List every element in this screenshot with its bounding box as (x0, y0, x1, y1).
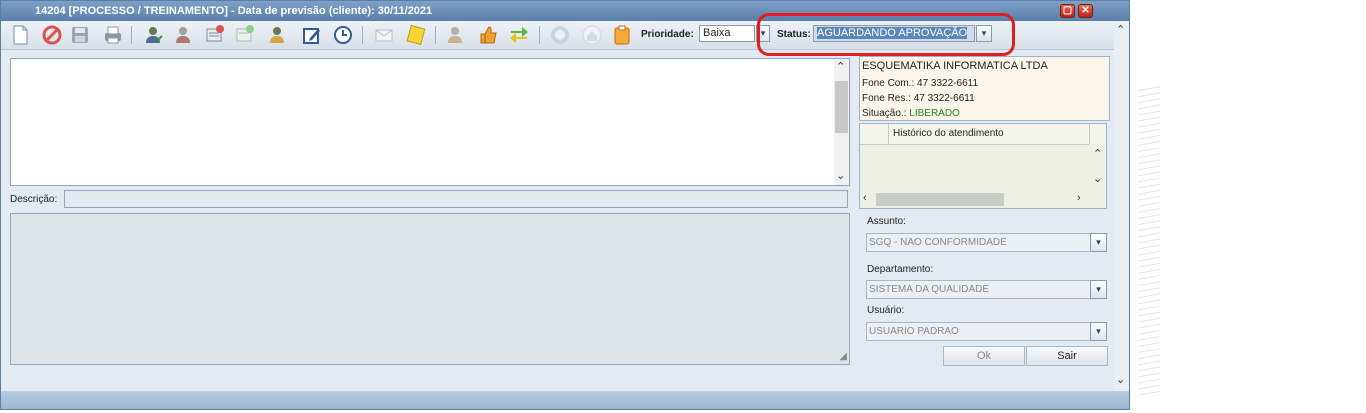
usuario-select[interactable]: USUARIO PADRAO (866, 322, 1091, 341)
user-check-icon[interactable] (143, 24, 165, 46)
note-icon[interactable] (405, 24, 427, 46)
scroll-up-icon[interactable]: ⌃ (1093, 147, 1102, 160)
user-remove-icon[interactable] (173, 24, 195, 46)
fone-com-value: 47 3322-6611 (917, 78, 979, 89)
details-textarea[interactable]: ◢ (10, 213, 850, 365)
descricao-input[interactable] (64, 190, 848, 208)
toolbar-separator (539, 26, 540, 44)
ok-button[interactable]: Ok (943, 346, 1025, 366)
descricao-label: Descrição: (10, 194, 58, 205)
toolbar-separator (131, 26, 132, 44)
close-icon[interactable]: ✕ (1078, 4, 1093, 18)
sair-button[interactable]: Sair (1026, 346, 1108, 366)
window-scrollbar[interactable]: ⌃ ⌄ (1114, 21, 1129, 391)
transfer-arrows-icon[interactable] (508, 24, 530, 46)
toolbar-separator (362, 26, 363, 44)
fone-res-row: Fone Res.: 47 3322-6611 (862, 93, 975, 104)
client-name: ESQUEMATIKA INFORMATICA LTDA (862, 60, 1048, 72)
thumbs-up-icon[interactable] (477, 24, 499, 46)
print-icon[interactable] (102, 24, 124, 46)
historico-column-header[interactable]: Histórico do atendimento (888, 124, 1090, 144)
fone-com-row: Fone Com.: 47 3322-6611 (862, 78, 978, 89)
user-edit-icon[interactable] (267, 24, 289, 46)
scroll-down-icon[interactable]: ⌄ (1116, 373, 1125, 386)
scroll-thumb[interactable] (876, 193, 1004, 206)
fone-res-value: 47 3322-6611 (913, 93, 975, 104)
scroll-down-icon[interactable]: ⌄ (836, 169, 845, 182)
scroll-up-icon[interactable]: ⌃ (836, 60, 845, 73)
prioridade-select[interactable]: Baixa (699, 25, 755, 42)
situacao-label: Situação.: (862, 108, 907, 119)
cancel-icon[interactable] (41, 24, 63, 46)
card-add-icon[interactable] (234, 24, 256, 46)
departamento-label: Departamento: (867, 264, 934, 275)
scroll-thumb[interactable] (835, 81, 848, 133)
situacao-row: Situação.: LIBERADO (862, 108, 960, 119)
departamento-select[interactable]: SISTEMA DA QUALIDADE (866, 280, 1091, 299)
scroll-left-icon[interactable]: ‹ (863, 192, 867, 204)
status-highlight-annotation (757, 13, 1015, 56)
user-lock-icon[interactable] (445, 24, 467, 46)
home-icon[interactable] (581, 24, 603, 46)
card-remove-icon[interactable] (204, 24, 226, 46)
resize-grip-icon[interactable]: ◢ (839, 351, 847, 362)
status-bar (1, 391, 1129, 409)
clipboard-icon[interactable] (611, 24, 633, 46)
edit-icon[interactable] (301, 24, 323, 46)
toolbar-separator (435, 26, 436, 44)
mail-icon[interactable] (373, 24, 395, 46)
scroll-down-icon[interactable]: ⌄ (1093, 172, 1102, 185)
departamento-dropdown-icon[interactable]: ▾ (1090, 280, 1107, 299)
assunto-select[interactable]: SGQ - NAO CONFORMIDADE (866, 233, 1091, 252)
background-decoration (1138, 85, 1160, 395)
clock-icon[interactable] (332, 24, 354, 46)
usuario-dropdown-icon[interactable]: ▾ (1090, 322, 1107, 341)
maximize-icon[interactable]: ▢ (1060, 4, 1075, 18)
assunto-dropdown-icon[interactable]: ▾ (1090, 233, 1107, 252)
scroll-up-icon[interactable]: ⌃ (1116, 23, 1125, 36)
textarea-scrollbar[interactable]: ⌃ ⌄ (834, 59, 849, 185)
fone-res-label: Fone Res.: (862, 93, 911, 104)
assunto-label: Assunto: (867, 216, 906, 227)
prioridade-label: Prioridade: (641, 29, 694, 40)
twitter-icon[interactable] (549, 24, 571, 46)
fone-com-label: Fone Com.: (862, 78, 915, 89)
situacao-value: LIBERADO (909, 108, 960, 119)
new-document-icon[interactable] (9, 24, 31, 46)
save-icon[interactable] (69, 24, 91, 46)
scroll-right-icon[interactable]: › (1077, 192, 1081, 204)
historico-hscroll[interactable]: ‹ › (860, 191, 1089, 208)
ticket-window: 14204 [PROCESSO / TREINAMENTO] - Data de… (0, 0, 1130, 410)
message-textarea[interactable]: ⌃ ⌄ (10, 58, 850, 186)
client-info-panel: ESQUEMATIKA INFORMATICA LTDA Fone Com.: … (859, 56, 1110, 121)
historico-grid[interactable]: Histórico do atendimento ⌃ ⌄ ‹ › (859, 123, 1107, 209)
usuario-label: Usuário: (867, 305, 905, 316)
window-title: 14204 [PROCESSO / TREINAMENTO] - Data de… (35, 5, 433, 17)
historico-vscroll[interactable]: ⌃ ⌄ (1089, 144, 1106, 208)
historico-header-row: Histórico do atendimento (860, 124, 1106, 145)
